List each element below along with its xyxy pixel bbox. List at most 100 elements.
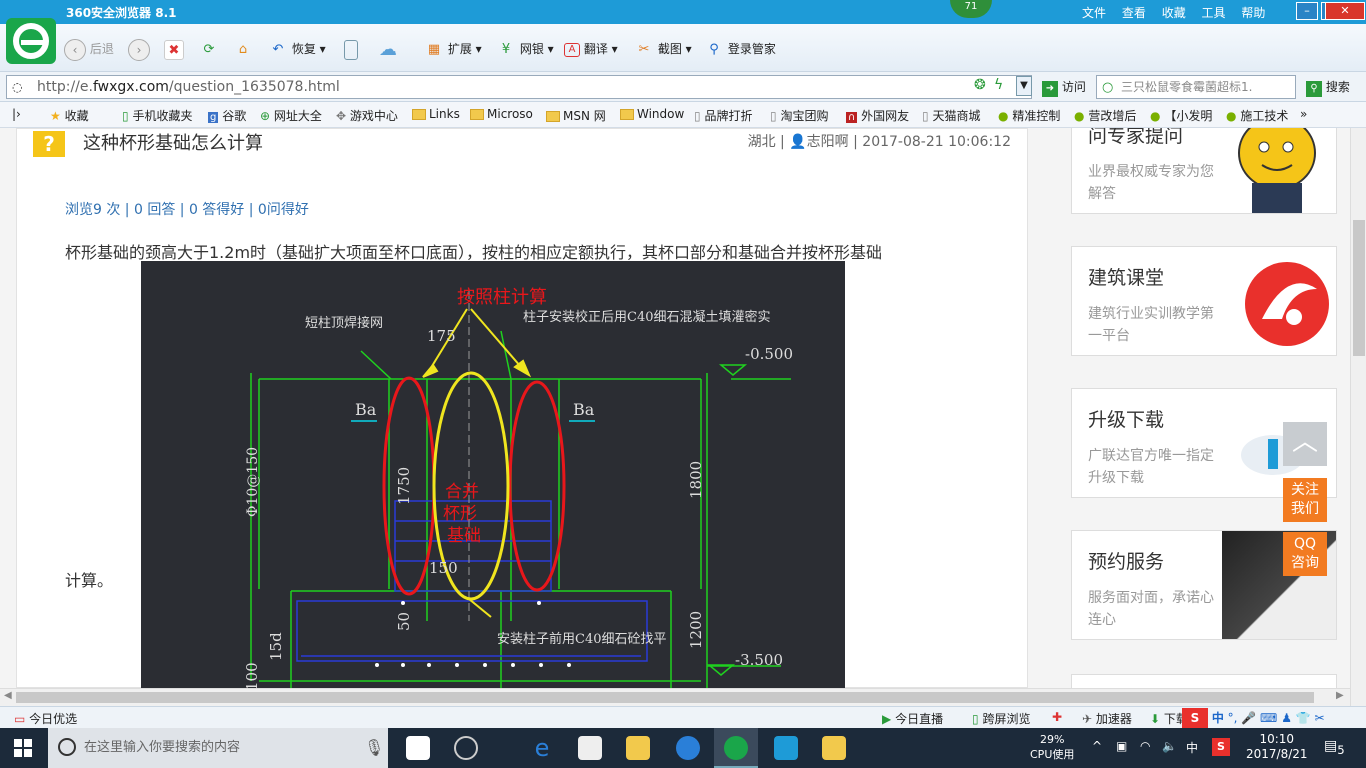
ba-right: Ba [573,400,595,419]
search-button[interactable]: ⚲ 搜索 [1306,78,1350,97]
bookmark-construction[interactable]: ● 施工技术 [1226,107,1288,124]
taskbar-search-input[interactable]: 在这里输入你要搜索的内容 [48,728,388,768]
vertical-scroll-thumb[interactable] [1353,220,1365,356]
cpu-usage[interactable]: 29% CPU使用 [1030,732,1074,762]
minimize-button[interactable]: – [1296,2,1318,20]
folder-icon [620,109,634,120]
menu-help[interactable]: 帮助 [1241,6,1265,20]
bookmark-sites[interactable]: ⊕ 网址大全 [260,107,322,124]
phone-icon [344,39,358,60]
lightning-icon[interactable]: ϟ [994,77,1003,93]
back-button[interactable]: ‹ 后退 [64,38,114,61]
chat-icon: ● [998,109,1009,123]
bookmark-invention[interactable]: ● 【小发明 [1150,107,1212,124]
dim-1200: 1200 [687,611,705,649]
ime-toolbar[interactable]: S 中 °, 🎤 ⌨ ♟ 👕 ✂ [1182,708,1366,728]
stop-button[interactable]: ✖ [164,38,184,60]
question-stats: 浏览9 次 | 0 回答 | 0 答得好 | 0问得好 [65,202,309,218]
home-button[interactable]: ⌂ [233,38,253,60]
folder-icon [412,109,426,120]
accelerator[interactable]: ✈ 加速器 [1082,710,1132,727]
bookmark-msn[interactable]: MSN 网 [546,107,606,124]
menu-tools[interactable]: 工具 [1202,6,1226,20]
menu-favorites[interactable]: 收藏 [1162,6,1186,20]
bookmark-windows[interactable]: Window [620,107,684,121]
vertical-scrollbar[interactable] [1350,128,1366,706]
extend-button[interactable]: ▦ 扩展 ▾ [424,38,482,60]
follow-us-button[interactable]: 关注我们 [1283,478,1327,522]
bookmark-foreign[interactable]: ∩ 外国网友 [846,107,909,124]
menu-view[interactable]: 查看 [1122,6,1146,20]
translate-button[interactable]: A 翻译 ▾ [564,38,618,60]
scroll-right-icon[interactable]: ▶ [1336,690,1344,701]
active-360-browser-icon[interactable] [714,728,758,768]
bookmark-games[interactable]: ✥ 游戏中心 [336,107,398,124]
horizontal-scroll-thumb[interactable] [16,692,1314,703]
sogou-tray-icon[interactable]: S [1212,738,1230,756]
dim-175: 175 [427,327,456,345]
question-author[interactable]: 志阳啊 [807,134,849,150]
wifi-icon[interactable]: ◠ [1140,739,1150,753]
mobile-button[interactable] [344,38,358,60]
reload-icon[interactable]: ❂ [974,77,986,93]
browser-app-icon[interactable] [676,736,700,760]
bookmark-tmall[interactable]: ▯ 天猫商城 [922,107,980,124]
taskview-app-icon[interactable] [406,736,430,760]
login-label: 登录管家 [727,42,776,56]
tray-expand-icon[interactable]: ^ [1092,739,1102,753]
refresh-button[interactable]: ⟳ [199,38,219,60]
file-explorer-icon[interactable] [626,736,650,760]
elevation-top: -0.500 [745,345,793,363]
search-input[interactable]: 三只松鼠零食霉菌超标1. [1096,75,1296,99]
cross-screen[interactable]: ▯ 跨屏浏览 [972,710,1030,727]
bookmark-google[interactable]: g 谷歌 [208,107,246,124]
bookmark-tax[interactable]: ● 营改增后 [1074,107,1136,124]
today-picks[interactable]: ▭ 今日优选 [14,710,77,727]
notifications-icon[interactable]: ▤5 [1324,738,1345,757]
sidebar-card-expert[interactable]: 问专家提问 业界最权威专家为您解答 [1071,128,1337,214]
bookmark-mobile[interactable]: ▯ 手机收藏夹 [122,107,192,124]
bookmark-brand-sale[interactable]: ▯ 品牌打折 [694,107,752,124]
label-merge-2: 杯形 [443,504,477,524]
back-to-top-button[interactable]: ︿ [1283,422,1327,466]
notification-counter[interactable]: 71 [950,0,992,18]
microphone-icon[interactable]: 🎙 [364,738,384,757]
tray-device-icon[interactable]: ▣ [1116,739,1127,753]
sidebar-card-title: 问专家提问 [1088,128,1184,147]
cloud-button[interactable]: ☁ [378,38,398,60]
today-live[interactable]: ▶ 今日直播 [882,710,943,727]
forward-button[interactable]: › [128,38,150,61]
clock[interactable]: 10:10 2017/8/21 [1246,732,1308,762]
edge-browser-icon[interactable]: e [530,736,554,760]
scroll-left-icon[interactable]: ◀ [4,690,12,701]
bookmark-links[interactable]: Links [412,107,460,121]
question-region[interactable]: 湖北 [748,134,776,150]
medical-icon[interactable]: ✚ [1052,710,1062,724]
windows-start-icon[interactable] [14,739,32,757]
plus-app-icon[interactable] [774,736,798,760]
horizontal-scrollbar[interactable]: ◀ ▶ [0,688,1350,706]
qq-consult-button[interactable]: QQ咨询 [1283,532,1327,576]
notes-app-icon[interactable] [822,736,846,760]
visit-button[interactable]: ➜ 访问 [1042,78,1086,97]
volume-icon[interactable]: 🔈 [1162,739,1177,753]
menu-file[interactable]: 文件 [1082,6,1106,20]
restore-button[interactable]: ↶ 恢复 ▾ [268,38,326,60]
bookmark-taobao[interactable]: ▯ 淘宝团购 [770,107,828,124]
bookmark-favorites[interactable]: ★ 收藏 [50,107,89,124]
sidebar-card-course[interactable]: 建筑课堂 建筑行业实训教学第一平台 [1071,246,1337,356]
login-button[interactable]: ⚲ 登录管家 [704,38,776,60]
url-input[interactable]: http://e.fwxgx.com/question_1635078.html [6,75,1032,99]
taskbar-ime[interactable]: 中 [1186,739,1198,756]
spiral-app-icon[interactable] [454,736,478,760]
bookmark-microsoft[interactable]: Microso [470,107,533,121]
bookmark-precision[interactable]: ● 精准控制 [998,107,1060,124]
screenshot-button[interactable]: ✂ 截图 ▾ [634,38,692,60]
bookmarks-toggle-icon[interactable]: |› [12,107,21,121]
bookmarks-more-icon[interactable]: » [1300,107,1307,121]
bank-button[interactable]: ¥ 网银 ▾ [496,38,554,60]
close-button[interactable]: ✕ [1325,2,1365,20]
url-dropdown-icon[interactable]: ▼ [1016,76,1032,96]
bookmark-label: 网址大全 [273,109,322,123]
store-app-icon[interactable] [578,736,602,760]
